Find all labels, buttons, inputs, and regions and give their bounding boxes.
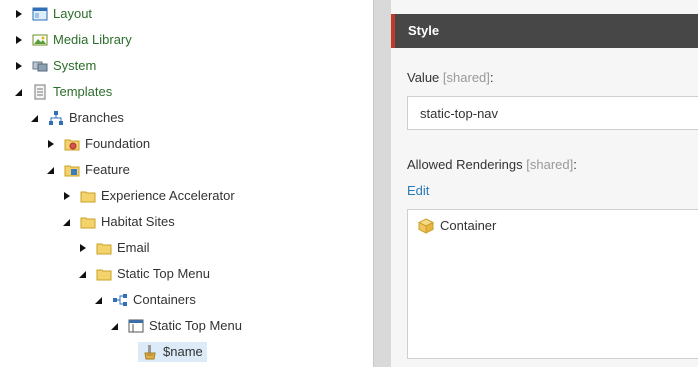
section-header-style[interactable]: Style	[391, 14, 698, 48]
edit-renderings-link[interactable]: Edit	[407, 183, 429, 198]
tree-node-label: Foundation	[85, 136, 151, 151]
shared-tag: [shared]	[526, 157, 574, 172]
tree-node-media-library[interactable]: Media Library	[14, 30, 132, 50]
field-label-text: Value	[407, 70, 440, 85]
folder-icon	[80, 188, 96, 204]
rendering-item-container[interactable]: Container	[418, 218, 496, 234]
allowed-renderings-label: Allowed Renderings [shared]:	[407, 157, 577, 172]
templates-icon	[32, 84, 48, 100]
pane-splitter[interactable]	[373, 0, 391, 367]
section-title: Style	[408, 23, 440, 38]
branches-icon	[48, 110, 64, 126]
allowed-renderings-list[interactable]: Container	[407, 209, 698, 359]
tree-node-label: Containers	[133, 292, 196, 307]
tree-node-label: Feature	[85, 162, 130, 177]
tree-node-foundation[interactable]: Foundation	[46, 134, 150, 154]
content-tree: Layout Media Library System Templates Br…	[0, 0, 373, 367]
branch-template-icon	[142, 344, 158, 360]
tree-node-label: System	[53, 58, 97, 73]
tree-node-static-top-menu[interactable]: Static Top Menu	[110, 316, 242, 336]
tree-node-label: Experience Accelerator	[101, 188, 235, 203]
tree-node-system[interactable]: System	[14, 56, 96, 76]
tree-node-label: Layout	[53, 6, 93, 21]
value-field-label: Value [shared]:	[407, 70, 494, 85]
tree-node-name-selected[interactable]: $name	[138, 342, 207, 362]
shared-tag: [shared]	[442, 70, 490, 85]
static-top-menu-icon	[128, 318, 144, 334]
collapse-arrow-icon[interactable]	[62, 217, 72, 227]
tree-node-feature[interactable]: Feature	[46, 160, 130, 180]
tree-node-habitat-sites[interactable]: Habitat Sites	[62, 212, 175, 232]
tree-node-label: Templates	[53, 84, 113, 99]
system-icon	[32, 58, 48, 74]
containers-icon	[112, 292, 128, 308]
expand-arrow-icon[interactable]	[14, 61, 24, 71]
value-input[interactable]	[407, 96, 698, 130]
tree-node-label: Email	[117, 240, 150, 255]
folder-icon	[96, 266, 112, 282]
collapse-arrow-icon[interactable]	[78, 269, 88, 279]
media-library-icon	[32, 32, 48, 48]
rendering-icon	[418, 218, 434, 234]
folder-icon	[80, 214, 96, 230]
field-label-text: Allowed Renderings	[407, 157, 523, 172]
collapse-arrow-icon[interactable]	[46, 165, 56, 175]
tree-node-label: $name	[163, 344, 203, 359]
layout-icon	[32, 6, 48, 22]
tree-node-email[interactable]: Email	[78, 238, 150, 258]
folder-icon	[96, 240, 112, 256]
expand-arrow-icon[interactable]	[14, 9, 24, 19]
tree-node-label: Branches	[69, 110, 124, 125]
rendering-label: Container	[440, 218, 497, 233]
label-colon: :	[489, 70, 494, 85]
tree-node-label: Static Top Menu	[149, 318, 242, 333]
tree-node-label: Media Library	[53, 32, 132, 47]
tree-node-label: Static Top Menu	[117, 266, 210, 281]
collapse-arrow-icon[interactable]	[110, 321, 120, 331]
collapse-arrow-icon[interactable]	[14, 87, 24, 97]
tree-node-templates[interactable]: Templates	[14, 82, 112, 102]
tree-node-layout[interactable]: Layout	[14, 4, 92, 24]
collapse-arrow-icon[interactable]	[30, 113, 40, 123]
tree-node-containers[interactable]: Containers	[94, 290, 196, 310]
tree-node-label: Habitat Sites	[101, 214, 175, 229]
item-editor: Style Value [shared]: Allowed Renderings…	[391, 0, 698, 367]
tree-node-branches[interactable]: Branches	[30, 108, 124, 128]
expand-arrow-icon[interactable]	[14, 35, 24, 45]
tree-node-static-top-menu-folder[interactable]: Static Top Menu	[78, 264, 210, 284]
tree-node-experience-accelerator[interactable]: Experience Accelerator	[62, 186, 235, 206]
collapse-arrow-icon[interactable]	[94, 295, 104, 305]
expand-arrow-icon[interactable]	[46, 139, 56, 149]
splitter-border	[373, 0, 374, 367]
label-colon: :	[573, 157, 577, 172]
expand-arrow-icon[interactable]	[62, 191, 72, 201]
expand-arrow-icon[interactable]	[78, 243, 88, 253]
feature-folder-icon	[64, 162, 80, 178]
foundation-folder-icon	[64, 136, 80, 152]
